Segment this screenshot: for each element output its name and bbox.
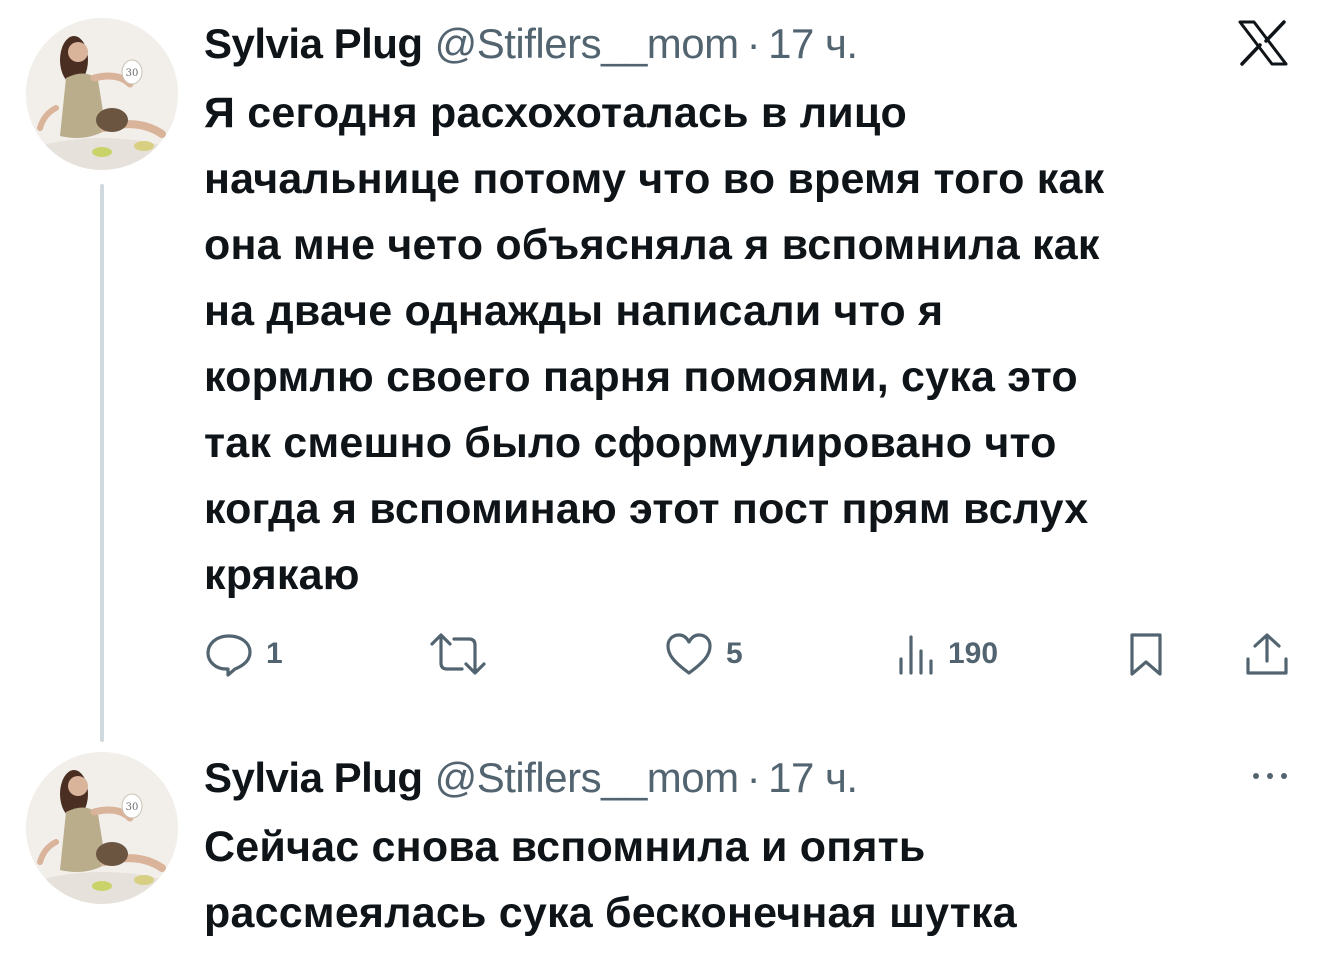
views-icon [899, 635, 933, 675]
x-logo-icon[interactable] [1238, 20, 1288, 66]
share-button[interactable] [1244, 626, 1290, 682]
bookmark-button[interactable] [1126, 626, 1166, 682]
svg-text:30: 30 [126, 68, 139, 79]
separator-dot: · [746, 754, 761, 801]
heart-icon [666, 633, 712, 675]
view-count: 190 [948, 637, 999, 670]
views-button[interactable]: 190 [896, 626, 998, 682]
tweet-body-text: Я сегодня расхохоталась в лицо начальниц… [204, 89, 1105, 599]
author-name[interactable]: Sylvia Plug [204, 754, 423, 802]
avatar-photo: 30 [26, 752, 178, 904]
tweet-action-bar: 1 5 190 [0, 626, 1320, 682]
author-name[interactable]: Sylvia Plug [204, 20, 423, 68]
repost-icon [430, 633, 486, 675]
avatar-photo: 30 [26, 18, 178, 170]
tweet-body-text: Сейчас снова вспомнила и опять рассмеяла… [204, 823, 1017, 937]
svg-text:30: 30 [126, 802, 139, 813]
like-count: 5 [726, 637, 743, 670]
separator-dot: · [746, 20, 761, 67]
tweet-timestamp[interactable]: 17 ч. [768, 20, 858, 68]
more-options-icon[interactable] [1250, 768, 1290, 784]
reply-button[interactable]: 1 [204, 626, 283, 682]
like-button[interactable]: 5 [664, 626, 743, 682]
tweet-header: Sylvia Plug @Stiflers__mom · 17 ч. [204, 16, 858, 72]
author-handle[interactable]: @Stiflers__mom [435, 754, 740, 802]
bookmark-icon [1130, 633, 1162, 676]
reply-icon [206, 634, 252, 677]
tweet-timestamp[interactable]: 17 ч. [768, 754, 858, 802]
reply-count: 1 [266, 637, 283, 670]
tweet-thread: 30 Sylvia Plug @Stiflers__mom · 17 ч. Я … [0, 0, 1320, 956]
author-handle[interactable]: @Stiflers__mom [435, 20, 740, 68]
author-avatar[interactable]: 30 [26, 18, 178, 170]
repost-button[interactable] [428, 626, 500, 682]
author-avatar[interactable]: 30 [26, 752, 178, 904]
share-icon [1246, 633, 1288, 675]
tweet-header: Sylvia Plug @Stiflers__mom · 17 ч. [204, 750, 858, 806]
